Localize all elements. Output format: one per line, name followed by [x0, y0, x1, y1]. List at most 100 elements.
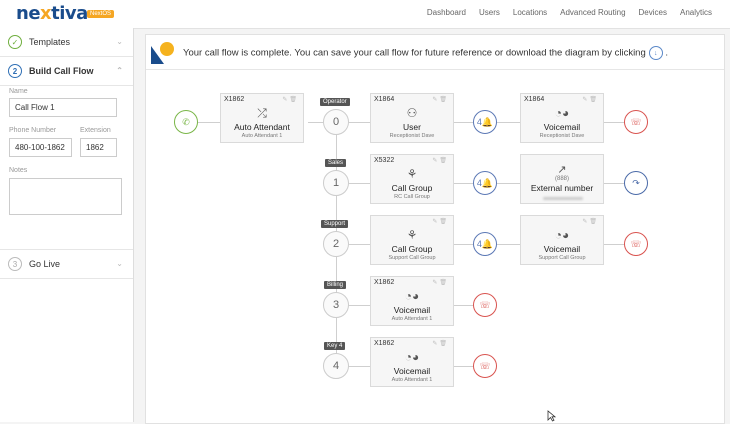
card-extension: X1864	[524, 96, 545, 103]
chevron-down-icon[interactable]: ⌄	[116, 37, 123, 46]
key-label: Operator	[320, 98, 350, 106]
voicemail-card-key4[interactable]: X1862 ✎🗑 ◔◕ Voicemail Auto Attendant 1	[370, 337, 454, 387]
edit-delete-icons[interactable]: ✎🗑	[582, 96, 599, 103]
connector	[604, 183, 624, 184]
connector	[454, 305, 473, 306]
forward-icon[interactable]: ↷	[624, 171, 648, 195]
chevron-up-icon[interactable]: ⌃	[116, 66, 123, 75]
edit-delete-icons[interactable]: ✎🗑	[432, 279, 449, 286]
download-icon[interactable]: ↓	[648, 46, 663, 60]
nav-analytics[interactable]: Analytics	[680, 8, 712, 17]
card-extension: X1862	[224, 96, 245, 103]
voicemail-icon: ◔◕	[554, 106, 570, 120]
key-4[interactable]: 4	[323, 353, 349, 379]
voicemail-card-support[interactable]: ✎🗑 ◔◕ Voicemail Support Call Group	[520, 215, 604, 265]
hangup-icon[interactable]: ☏	[473, 354, 497, 378]
call-flow-form: Name Call Flow 1 Phone Number 480-100-18…	[0, 86, 133, 250]
voicemail-icon: ◔◕	[554, 228, 570, 242]
forward-arrow-icon: ↗	[557, 164, 567, 176]
card-extension: X1862	[374, 340, 395, 347]
connector	[454, 244, 473, 245]
edit-delete-icons[interactable]: ✎🗑	[282, 96, 299, 103]
nav-advanced-routing[interactable]: Advanced Routing	[560, 8, 625, 17]
connector	[497, 183, 520, 184]
external-number-card[interactable]: ↗ (888) External number	[520, 154, 604, 204]
card-extension: X1862	[374, 279, 395, 286]
card-subtitle: Receptionist Dave	[539, 133, 585, 139]
group-icon: ⚘	[406, 228, 418, 242]
ring-timer-icon[interactable]: 4 🔔	[473, 110, 497, 134]
key-label: Support	[321, 220, 349, 228]
nav-users[interactable]: Users	[479, 8, 500, 17]
voicemail-card-receptionist[interactable]: X1864 ✎🗑 ◔◕ Voicemail Receptionist Dave	[520, 93, 604, 143]
edit-delete-icons[interactable]: ✎🗑	[432, 96, 449, 103]
edit-delete-icons[interactable]: ✎🗑	[582, 218, 599, 225]
ring-timer-icon[interactable]: 4 🔔	[473, 232, 497, 256]
step-number: 3	[8, 257, 22, 271]
key-3[interactable]: 3	[323, 292, 349, 318]
success-icon	[151, 42, 174, 64]
group-icon: ⚘	[406, 167, 418, 181]
step-build-call-flow[interactable]: 2 Build Call Flow ⌃	[0, 57, 133, 86]
key-2[interactable]: 2	[323, 231, 349, 257]
extension-input[interactable]: 1862	[80, 138, 117, 157]
connector	[497, 244, 520, 245]
chevron-down-icon[interactable]: ⌄	[116, 259, 123, 268]
card-subtitle: Support Call Group	[388, 255, 436, 261]
step-number: 2	[8, 64, 22, 78]
step-templates[interactable]: ✓ Templates ⌄	[0, 28, 133, 57]
phone-label: Phone Number	[9, 127, 57, 134]
card-subtitle: Auto Attendant 1	[241, 133, 283, 139]
step-label: Build Call Flow	[29, 66, 94, 76]
notes-textarea[interactable]	[9, 178, 122, 215]
connector	[349, 366, 370, 367]
hangup-icon[interactable]: ☏	[624, 232, 648, 256]
card-title: Call Group	[391, 183, 433, 193]
connector	[308, 122, 323, 123]
flow-diagram: ✆ X1862 ✎🗑 ⤮ Auto Attendant Auto Attenda…	[146, 69, 724, 423]
edit-delete-icons[interactable]: ✎🗑	[432, 340, 449, 347]
card-title: Call Group	[391, 244, 433, 254]
user-card[interactable]: X1864 ✎🗑 ⚇ User Receptionist Dave	[370, 93, 454, 143]
auto-attendant-card[interactable]: X1862 ✎🗑 ⤮ Auto Attendant Auto Attendant…	[220, 93, 304, 143]
card-title: Auto Attendant	[234, 122, 290, 132]
connector	[349, 244, 370, 245]
step-go-live[interactable]: 3 Go Live ⌄	[0, 250, 133, 279]
check-icon: ✓	[8, 35, 22, 49]
card-subtitle: Auto Attendant 1	[391, 377, 433, 383]
connector	[349, 305, 370, 306]
incoming-call-icon[interactable]: ✆	[174, 110, 198, 134]
notes-label: Notes	[9, 167, 28, 174]
ring-timer-icon[interactable]: 4 🔔	[473, 171, 497, 195]
key-0[interactable]: 0	[323, 109, 349, 135]
main-nav: Dashboard Users Locations Advanced Routi…	[427, 8, 712, 17]
hangup-icon[interactable]: ☏	[624, 110, 648, 134]
call-flow-panel: Your call flow is complete. You can save…	[145, 34, 725, 424]
edit-delete-icons[interactable]: ✎🗑	[432, 157, 449, 164]
name-label: Name	[9, 88, 28, 95]
support-call-group-card[interactable]: ✎🗑 ⚘ Call Group Support Call Group	[370, 215, 454, 265]
step-label: Go Live	[29, 259, 61, 269]
top-bar: nextiva NextOS Dashboard Users Locations…	[0, 0, 730, 29]
voicemail-card-billing[interactable]: X1862 ✎🗑 ◔◕ Voicemail Auto Attendant 1	[370, 276, 454, 326]
name-input[interactable]: Call Flow 1	[9, 98, 117, 117]
completion-banner: Your call flow is complete. You can save…	[146, 35, 724, 70]
connector	[497, 122, 520, 123]
card-title: Voicemail	[543, 122, 581, 132]
hangup-icon[interactable]: ☏	[473, 293, 497, 317]
nextiva-logo[interactable]: nextiva	[16, 3, 88, 24]
card-title: Voicemail	[393, 305, 431, 315]
key-1[interactable]: 1	[323, 170, 349, 196]
redacted-number	[543, 197, 583, 200]
nav-dashboard[interactable]: Dashboard	[427, 8, 466, 17]
connector	[604, 244, 624, 245]
connector	[454, 122, 473, 123]
logo-badge: NextOS	[87, 10, 115, 18]
nav-devices[interactable]: Devices	[639, 8, 667, 17]
phone-number-input[interactable]: 480-100-1862	[9, 138, 72, 157]
nav-locations[interactable]: Locations	[513, 8, 547, 17]
extension-label: Extension	[80, 127, 111, 134]
call-group-card[interactable]: X5322 ✎🗑 ⚘ Call Group RC Call Group	[370, 154, 454, 204]
edit-delete-icons[interactable]: ✎🗑	[432, 218, 449, 225]
card-subtitle: Support Call Group	[538, 255, 586, 261]
